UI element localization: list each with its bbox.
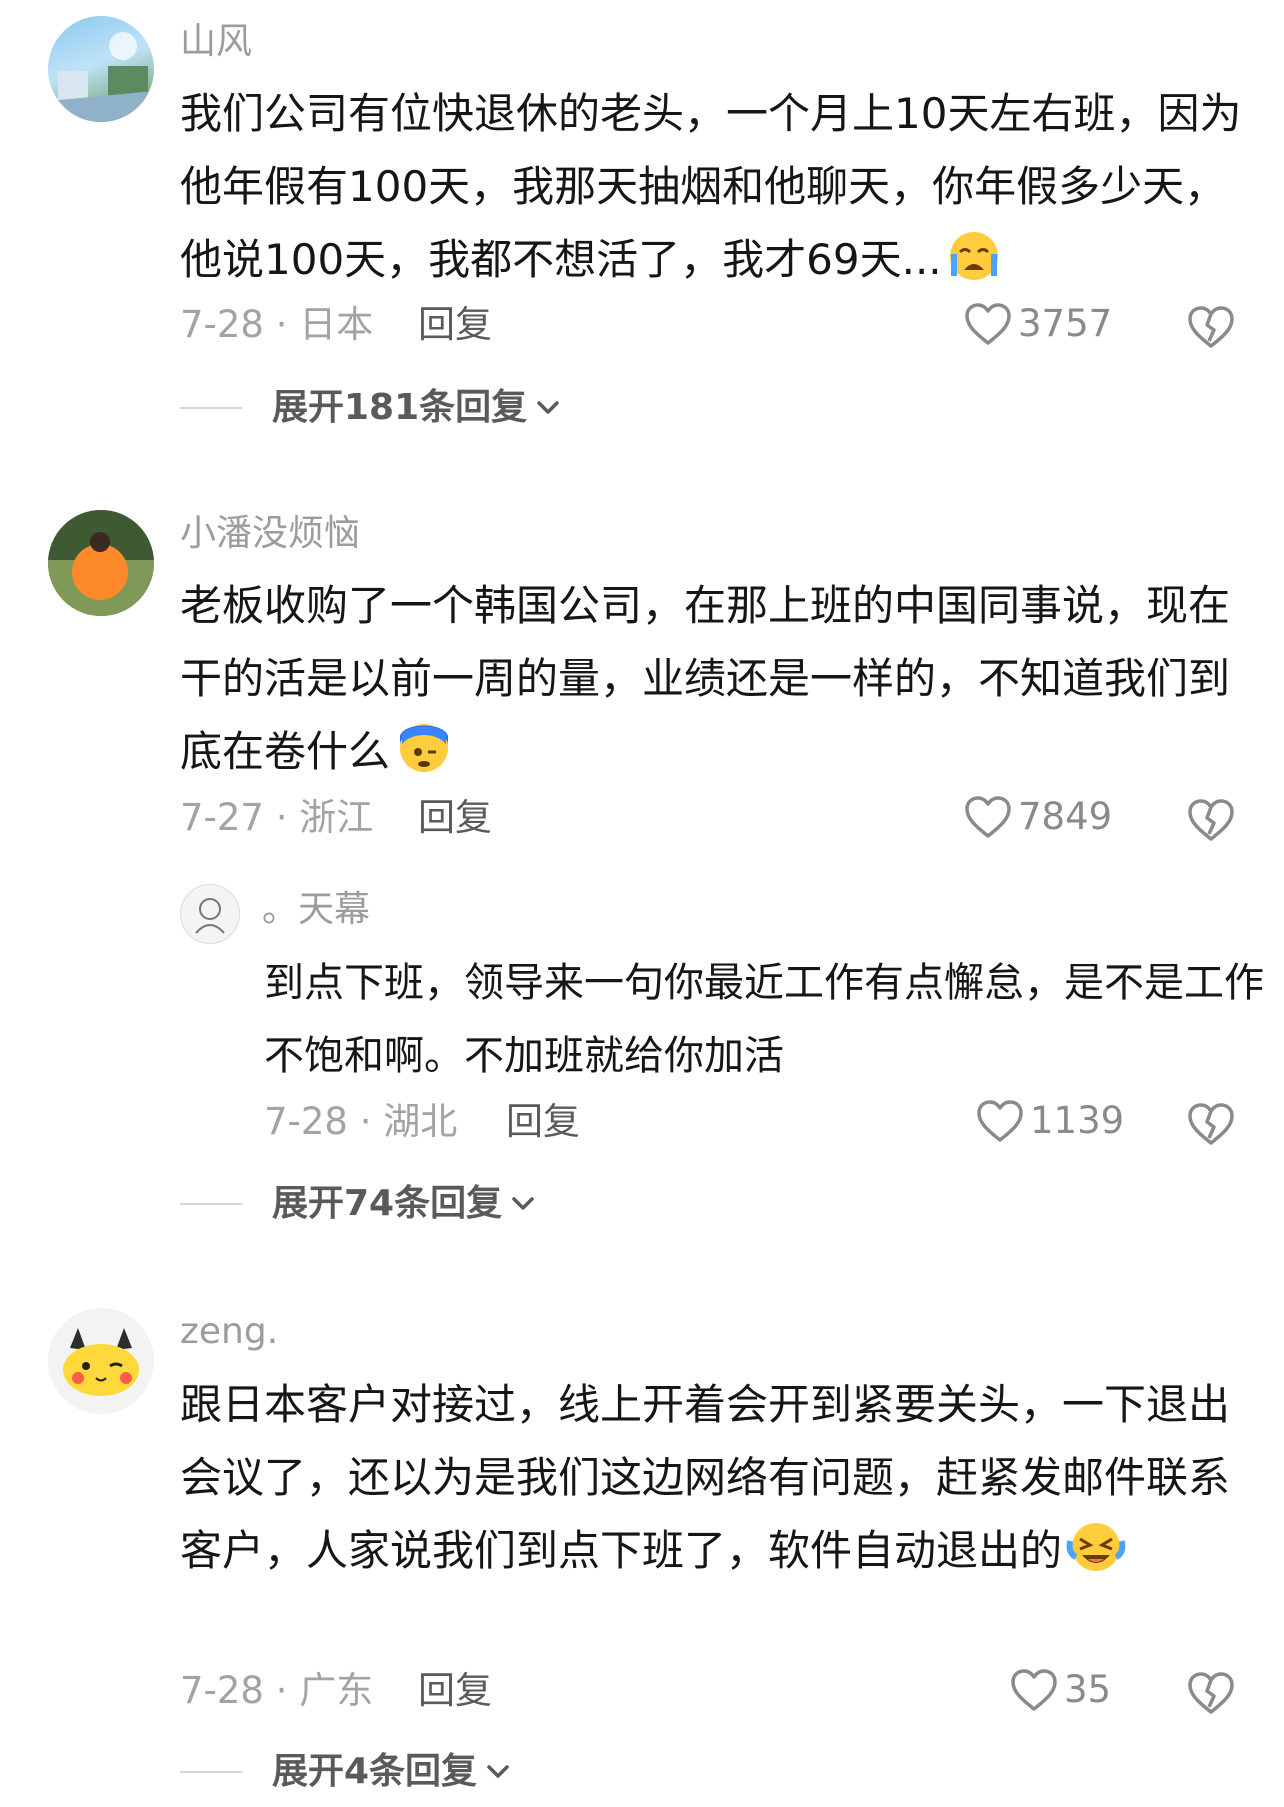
expand-replies-button[interactable]: 展开4条回复	[180, 1750, 511, 1794]
like-button[interactable]: 35	[1010, 1668, 1111, 1712]
like-button[interactable]: 7849	[964, 795, 1112, 839]
reply-button[interactable]: 回复	[418, 303, 492, 347]
avatar[interactable]	[48, 510, 154, 616]
comment-date-location: 7-28 · 日本	[180, 303, 374, 346]
avatar-image	[48, 32, 154, 122]
broken-heart-icon	[1188, 1672, 1234, 1714]
like-count: 3757	[1018, 302, 1113, 345]
heart-icon	[965, 303, 1011, 345]
username[interactable]: 山风	[180, 20, 252, 64]
avatar[interactable]	[48, 16, 154, 122]
reply-button[interactable]: 回复	[418, 1669, 492, 1713]
broken-heart-icon	[1188, 306, 1234, 348]
laughing-tears-emoji	[1066, 1519, 1126, 1595]
heart-icon	[965, 796, 1011, 838]
stressed-face-emoji	[394, 718, 454, 796]
comment-body: 我们公司有位快退休的老头，一个月上10天左右班，因为他年假有100天，我那天抽烟…	[180, 89, 1242, 284]
divider-line	[180, 1203, 242, 1205]
like-count: 1139	[1030, 1099, 1125, 1142]
avatar[interactable]	[180, 884, 240, 944]
avatar[interactable]	[48, 1308, 154, 1414]
expand-replies-label: 展开181条回复	[272, 387, 528, 428]
like-count: 7849	[1018, 795, 1113, 838]
comment-date-location: 7-28 · 广东	[180, 1669, 374, 1712]
username[interactable]: 小潘没烦恼	[180, 512, 360, 556]
like-button[interactable]: 3757	[964, 302, 1112, 346]
expand-replies-button[interactable]: 展开181条回复	[180, 386, 561, 430]
heart-icon	[1011, 1669, 1057, 1711]
avatar-image	[63, 1328, 139, 1396]
comment-date-location: 7-27 · 浙江	[180, 796, 374, 839]
avatar-image	[48, 510, 154, 616]
chevron-down-icon	[512, 1197, 534, 1210]
crying-face-emoji	[946, 230, 1002, 304]
chevron-down-icon	[487, 1765, 509, 1778]
reply-button[interactable]: 回复	[418, 796, 492, 840]
reply-date-location: 7-28 · 湖北	[264, 1100, 458, 1143]
divider-line	[180, 407, 242, 409]
expand-replies-label: 展开74条回复	[272, 1183, 503, 1224]
heart-icon	[977, 1100, 1023, 1142]
comment-body: 老板收购了一个韩国公司，在那上班的中国同事说，现在干的活是以前一周的量，业绩还是…	[180, 581, 1231, 776]
username[interactable]: zeng.	[180, 1310, 278, 1354]
reply-button[interactable]: 回复	[506, 1100, 580, 1144]
expand-replies-button[interactable]: 展开74条回复	[180, 1182, 536, 1226]
username[interactable]: 。天幕	[262, 888, 370, 932]
avatar-image	[195, 898, 225, 934]
dislike-button[interactable]	[1187, 1102, 1235, 1150]
comment-text: 我们公司有位快退休的老头，一个月上10天左右班，因为他年假有100天，我那天抽烟…	[180, 77, 1260, 304]
like-count: 35	[1064, 1668, 1112, 1711]
like-button[interactable]: 1139	[976, 1099, 1124, 1143]
chevron-down-icon	[537, 401, 559, 414]
comment-text: 老板收购了一个韩国公司，在那上班的中国同事说，现在干的活是以前一周的量，业绩还是…	[180, 569, 1260, 796]
dislike-button[interactable]	[1187, 305, 1235, 353]
expand-replies-label: 展开4条回复	[272, 1751, 478, 1792]
broken-heart-icon	[1188, 1103, 1234, 1145]
broken-heart-icon	[1188, 799, 1234, 841]
comment-text: 跟日本客户对接过，线上开着会开到紧要关头，一下退出会议了，还以为是我们这边网络有…	[180, 1368, 1260, 1595]
reply-text: 到点下班，领导来一句你最近工作有点懈怠，是不是工作不饱和啊。不加班就给你加活	[264, 960, 1264, 1079]
dislike-button[interactable]	[1187, 798, 1235, 846]
dislike-button[interactable]	[1187, 1671, 1235, 1719]
divider-line	[180, 1771, 242, 1773]
